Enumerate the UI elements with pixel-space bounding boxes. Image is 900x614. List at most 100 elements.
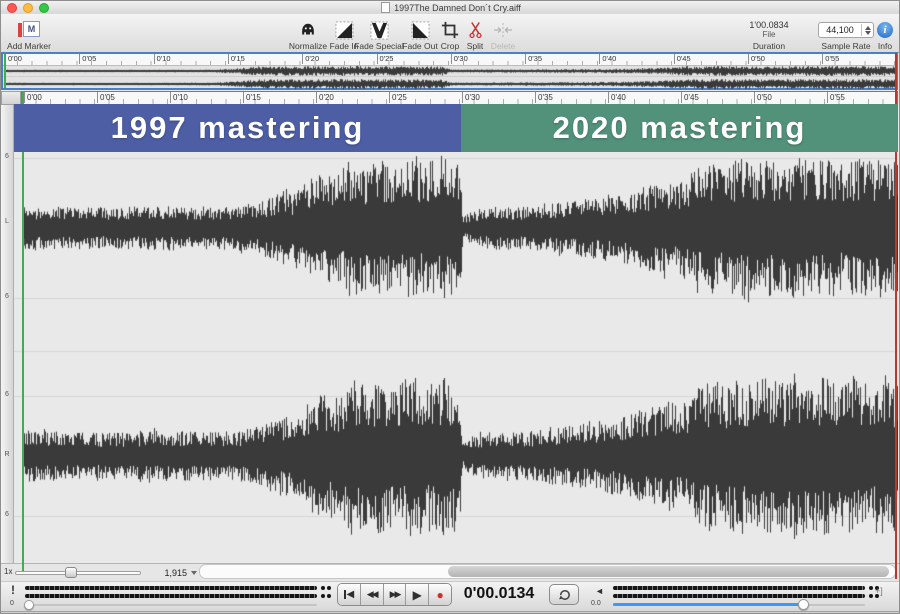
normalize-button[interactable]: Normalize [284,15,332,51]
right-channel-label: R [1,451,13,458]
input-volume-thumb[interactable] [24,600,34,610]
input-volume-track[interactable] [25,604,317,606]
ruler-tick-label: 0'25 [389,92,407,103]
ruler-tick-label: 0'40 [608,92,626,103]
play-button[interactable]: ▶ [406,584,429,605]
channel-gutter: 6 L 6 6 R 6 [1,105,14,563]
go-to-start-button[interactable]: ◀ [338,584,361,605]
main-ruler[interactable]: 0'00 0'05 0'10 0'15 0'20 0'25 0'30 0'35 0'40 0'45… [21,91,898,105]
ruler-tick-label: 0'40 [599,54,616,64]
ruler-tick-label: 0'50 [748,54,765,64]
info-button[interactable]: i Info [871,15,899,51]
delete-icon [493,19,513,41]
left-channel-label: L [1,218,13,225]
audio-editor-window: 1997The Damned Don´t Cry.aiff M Add Mark… [0,0,900,614]
fade-special-button[interactable]: Fade Special [354,15,404,51]
time-display: 0'00.0134 [453,585,545,603]
window-title: 1997The Damned Don´t Cry.aiff [1,2,900,13]
speaker-icon: ◄ [595,586,604,596]
banner-1997-mastering: 1997 mastering [14,104,461,152]
resize-end-icon: +] [875,586,883,596]
ruler-tick-label: 0'45 [674,54,691,64]
fade-out-button[interactable]: Fade Out [400,15,440,51]
ruler-tick-label: 0'20 [316,92,334,103]
ruler-tick-label: 0'00 [24,92,42,103]
document-icon [381,2,390,13]
ruler-tick-label: 0'30 [451,54,468,64]
marker-icon: M [17,21,41,39]
db-mark-label: 6 [1,511,13,518]
overview-playhead[interactable] [4,54,6,88]
zoom-slider-thumb[interactable] [65,567,77,578]
input-meter-left [25,586,317,590]
chevron-down-icon [191,571,197,575]
output-meter-peak-dots [869,586,873,590]
sample-rate-control: 44,100 Sample Rate [816,15,876,51]
ruler-tick-label: 0'05 [79,54,96,64]
banner-2020-mastering: 2020 mastering [461,104,898,152]
db-mark-label: 6 [1,391,13,398]
overview-waveform-canvas[interactable] [3,65,896,90]
transport-buttons: ◀ ◀◀ ▶▶ ▶ ● [337,583,452,606]
title-bar[interactable]: 1997The Damned Don´t Cry.aiff [1,1,900,15]
overview-strip-divider [3,76,896,77]
output-meter-left [613,586,865,590]
fade-out-icon [411,19,430,41]
zoom-slider-track[interactable] [15,571,141,575]
loop-icon [557,588,572,602]
crop-icon [441,19,459,41]
split-scissors-icon [468,19,483,41]
split-button[interactable]: Split [463,15,487,51]
zoom-1x-label: 1x [4,567,12,576]
duration-unit: File [763,30,776,39]
bar-icon [344,590,346,599]
sample-rate-select[interactable]: 44,100 [818,22,874,38]
zoom-level-select[interactable]: 1,915 [147,567,197,579]
toolbar: M Add Marker Normalize Fade In Fade Spec… [1,14,900,53]
record-icon: ● [436,588,443,602]
main-waveform-canvas[interactable] [14,105,898,563]
ruler-tick-label: 0'10 [170,92,188,103]
duration-value: 1'00.0834 [749,20,788,30]
overview-pane[interactable]: 0'00 0'05 0'10 0'15 0'20 0'25 0'30 0'35 0'40 0'45… [1,52,898,90]
ruler-tick-label: 0'35 [535,92,553,103]
loop-button[interactable] [549,584,579,605]
ruler-tick-label: 0'45 [681,92,699,103]
info-icon: i [877,22,893,38]
ruler-tick-label: 0'55 [822,54,839,64]
output-level-value: 0.0 [591,600,601,607]
ruler-tick-label: 0'50 [754,92,772,103]
output-volume-fill [613,603,801,606]
ruler-tick-label: 0'55 [827,92,845,103]
ruler-corner-box [1,91,21,105]
input-meter-peak-dots [321,594,325,598]
duration-display: 1'00.0834 File Duration [736,15,802,51]
horizontal-scrollbar-thumb[interactable] [448,566,889,577]
ruler-tick-label: 0'10 [154,54,171,64]
ruler-tick-label: 0'30 [462,92,480,103]
output-meter-peak-dots [869,594,873,598]
ruler-tick-label: 0'05 [97,92,115,103]
rewind-button[interactable]: ◀◀ [361,584,384,605]
fast-forward-button[interactable]: ▶▶ [384,584,407,605]
crop-button[interactable]: Crop [437,15,463,51]
ruler-tick-label: 0'20 [302,54,319,64]
ruler-tick-label: 0'25 [377,54,394,64]
ruler-tick-label: 0'15 [228,54,245,64]
ruler-tick-label: 0'00 [5,54,22,64]
record-button[interactable]: ● [429,584,451,605]
input-meter-right [25,594,317,598]
output-volume-thumb[interactable] [798,599,809,610]
input-meter-peak-dots [321,586,325,590]
ruler-tick-label: 0'15 [243,92,261,103]
add-marker-button[interactable]: M Add Marker [3,15,55,51]
db-mark-label: 6 [1,153,13,160]
db-mark-label: 6 [1,293,13,300]
fade-in-icon [335,19,354,41]
normalize-icon [299,19,317,41]
mic-level-icon: ! [11,583,15,597]
main-playhead[interactable] [22,91,24,571]
delete-button[interactable]: Delete [487,15,519,51]
ruler-tick-label: 0'35 [525,54,542,64]
output-meter-right [613,594,865,598]
